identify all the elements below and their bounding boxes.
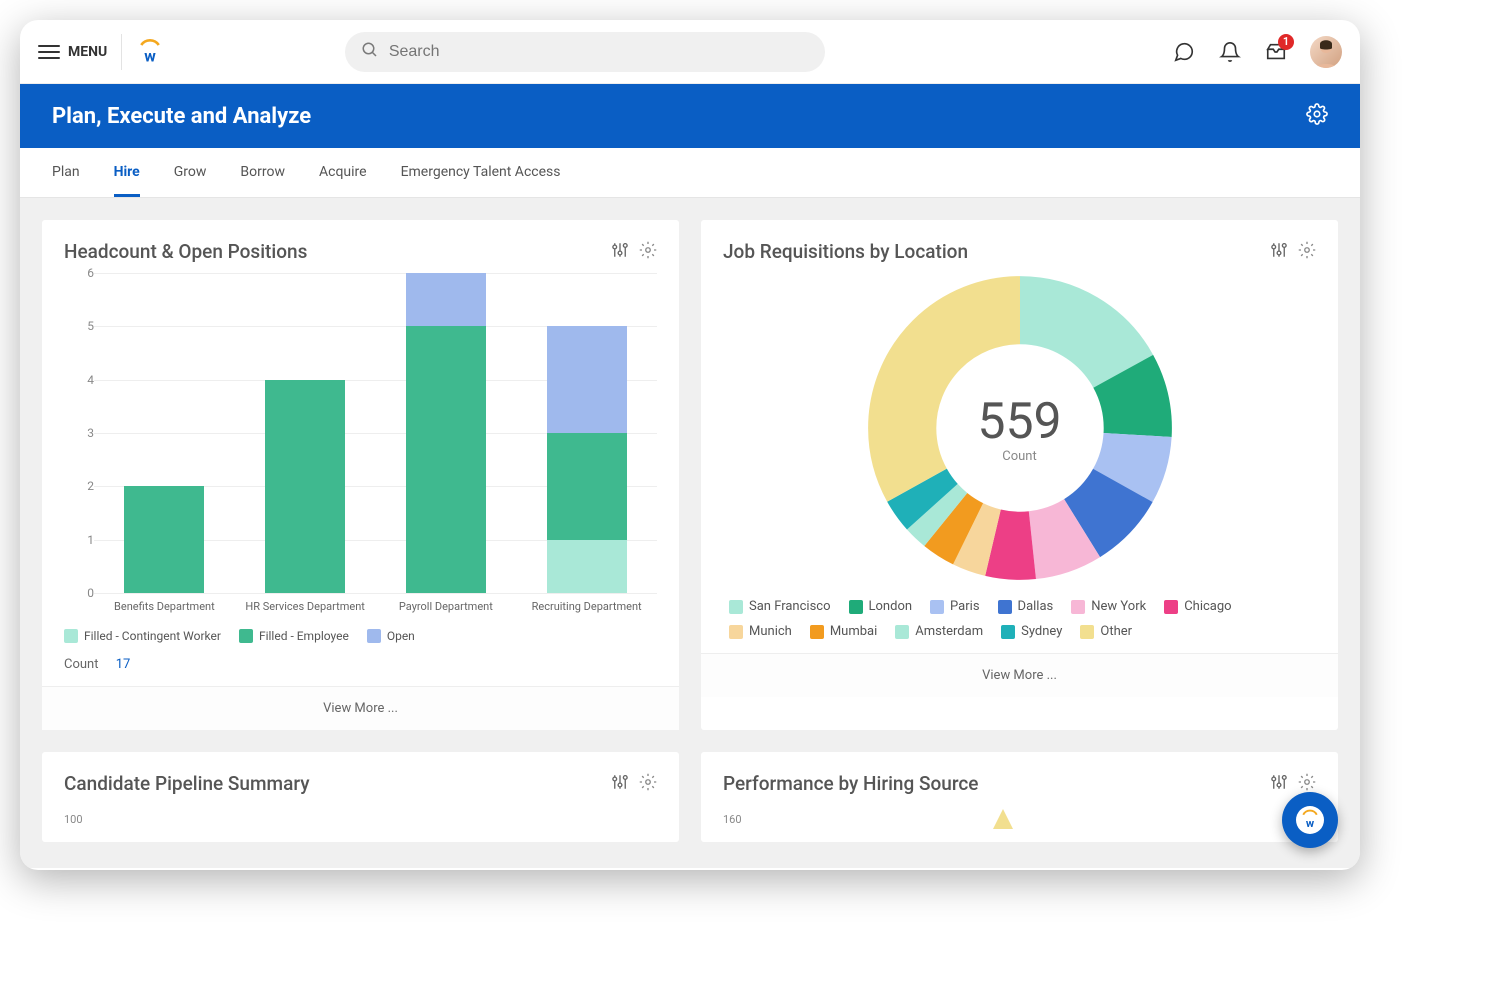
view-more-link[interactable]: View More ...: [42, 686, 679, 730]
dashboard-content: Headcount & Open Positions 0123456Benefi…: [20, 198, 1360, 868]
bar-segment[interactable]: [547, 433, 627, 540]
x-axis-label: Recruiting Department: [522, 600, 652, 613]
divider: [121, 34, 122, 70]
donut-center-value: 559: [977, 393, 1061, 451]
sliders-icon[interactable]: [1270, 241, 1288, 263]
legend-item[interactable]: San Francisco: [729, 599, 831, 614]
tab-borrow[interactable]: Borrow: [240, 148, 285, 197]
bar-segment[interactable]: [547, 540, 627, 593]
page-header: Plan, Execute and Analyze: [20, 84, 1360, 148]
menu-button[interactable]: MENU: [38, 44, 107, 60]
menu-label: MENU: [68, 44, 107, 60]
tab-hire[interactable]: Hire: [114, 148, 140, 197]
gear-icon[interactable]: [639, 241, 657, 263]
view-more-link[interactable]: View More ...: [701, 653, 1338, 697]
bar-legend: Filled - Contingent Worker Filled - Emplo…: [64, 629, 657, 643]
page-title: Plan, Execute and Analyze: [52, 104, 311, 129]
card-title: Job Requisitions by Location: [723, 240, 968, 263]
legend-item[interactable]: Open: [367, 629, 415, 643]
search-bar[interactable]: [345, 32, 825, 72]
x-axis-label: Payroll Department: [381, 600, 511, 613]
legend-item[interactable]: Munich: [729, 624, 792, 639]
card-title: Candidate Pipeline Summary: [64, 772, 310, 795]
bar-chart: 0123456Benefits DepartmentHR Services De…: [64, 273, 657, 613]
donut-center-label: Count: [1002, 449, 1036, 464]
donut-legend: San Francisco London Paris Dallas New York Ch…: [723, 599, 1316, 639]
bar-segment[interactable]: [406, 273, 486, 326]
sliders-icon[interactable]: [1270, 773, 1288, 795]
bar-segment[interactable]: [406, 326, 486, 593]
legend-item[interactable]: Paris: [930, 599, 979, 614]
x-axis-label: Benefits Department: [99, 600, 229, 613]
hamburger-icon: [38, 45, 60, 59]
inbox-badge: 1: [1278, 34, 1294, 50]
search-icon: [361, 41, 379, 63]
y-tick: 160: [723, 813, 742, 826]
tab-grow[interactable]: Grow: [174, 148, 207, 197]
legend-item[interactable]: Amsterdam: [895, 624, 983, 639]
bell-icon[interactable]: [1218, 40, 1242, 64]
inbox-icon[interactable]: 1: [1264, 40, 1288, 64]
sliders-icon[interactable]: [611, 241, 629, 263]
card-title: Headcount & Open Positions: [64, 240, 307, 263]
card-performance: Performance by Hiring Source 160: [701, 752, 1338, 842]
legend-item[interactable]: Filled - Contingent Worker: [64, 629, 221, 643]
top-bar: MENU w 1: [20, 20, 1360, 84]
bar-segment[interactable]: [547, 326, 627, 433]
tab-plan[interactable]: Plan: [52, 148, 80, 197]
tab-acquire[interactable]: Acquire: [319, 148, 367, 197]
bar-segment[interactable]: [124, 486, 204, 593]
sliders-icon[interactable]: [611, 773, 629, 795]
count-summary: Count 17: [64, 657, 657, 672]
app-logo[interactable]: w: [136, 38, 164, 66]
assistant-icon: w: [1296, 806, 1324, 834]
gear-icon[interactable]: [639, 773, 657, 795]
count-label: Count: [64, 657, 98, 672]
count-value: 17: [116, 657, 131, 672]
search-input[interactable]: [389, 43, 809, 61]
card-pipeline: Candidate Pipeline Summary 100: [42, 752, 679, 842]
svg-text:w: w: [144, 46, 156, 65]
legend-item[interactable]: Mumbai: [810, 624, 877, 639]
legend-item[interactable]: Dallas: [998, 599, 1054, 614]
donut-chart: 559 Count: [865, 273, 1175, 583]
card-headcount: Headcount & Open Positions 0123456Benefi…: [42, 220, 679, 730]
y-tick: 100: [64, 813, 657, 826]
legend-item[interactable]: Chicago: [1164, 599, 1231, 614]
card-requisitions: Job Requisitions by Location 559 Count S…: [701, 220, 1338, 730]
legend-item[interactable]: Filled - Employee: [239, 629, 349, 643]
legend-item[interactable]: Other: [1080, 624, 1132, 639]
tab-emergency-talent-access[interactable]: Emergency Talent Access: [401, 148, 561, 197]
bar-segment[interactable]: [265, 380, 345, 593]
page-settings-button[interactable]: [1306, 103, 1328, 129]
user-avatar[interactable]: [1310, 36, 1342, 68]
card-title: Performance by Hiring Source: [723, 772, 979, 795]
legend-item[interactable]: London: [849, 599, 913, 614]
chat-icon[interactable]: [1172, 40, 1196, 64]
legend-item[interactable]: Sydney: [1001, 624, 1062, 639]
gear-icon[interactable]: [1298, 241, 1316, 263]
app-frame: MENU w 1 P: [20, 20, 1360, 870]
top-icons: 1: [1172, 36, 1342, 68]
x-axis-label: HR Services Department: [240, 600, 370, 613]
svg-text:w: w: [1306, 817, 1315, 830]
tab-bar: Plan Hire Grow Borrow Acquire Emergency Talen…: [20, 148, 1360, 198]
legend-item[interactable]: New York: [1071, 599, 1146, 614]
assistant-fab[interactable]: w: [1282, 792, 1338, 848]
